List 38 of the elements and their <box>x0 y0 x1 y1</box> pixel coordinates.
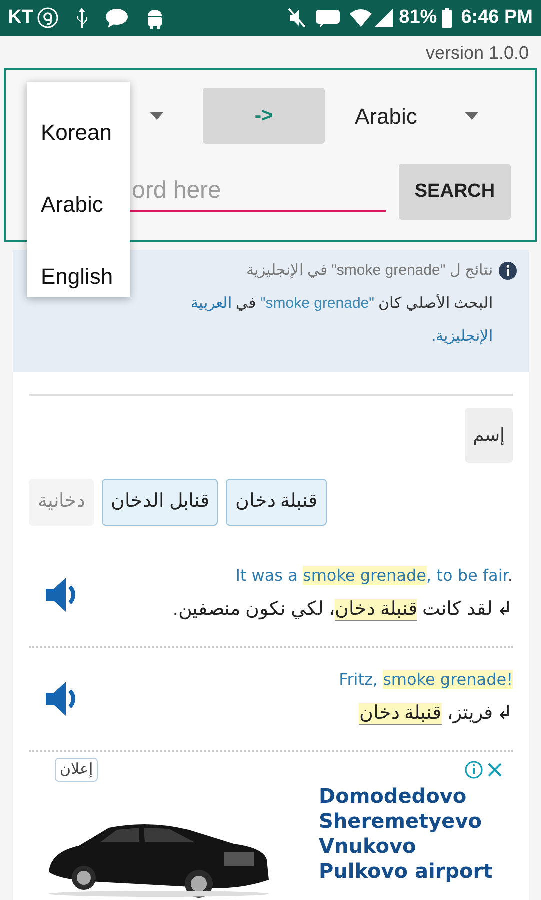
search-button[interactable]: SEARCH <box>399 164 511 220</box>
part-of-speech-tag: إسم <box>465 408 513 463</box>
info-icon <box>465 760 483 779</box>
clock: 6:46 PM <box>461 6 533 30</box>
caret-icon <box>465 112 480 120</box>
ad-text[interactable]: Domodedovo <box>319 784 493 809</box>
menu-item[interactable]: Arabic <box>27 168 130 240</box>
close-icon <box>487 762 503 778</box>
translation-chip[interactable]: قنبلة دخان <box>226 479 327 526</box>
translation-chip[interactable]: قنابل الدخان <box>102 479 218 526</box>
info-icon <box>499 262 517 280</box>
link[interactable]: العربية <box>191 295 232 312</box>
circle-g-icon <box>37 7 60 29</box>
example-sentence: Fritz, smoke grenade! <box>338 669 513 692</box>
ad-text[interactable]: Pulkovo airport <box>319 859 493 884</box>
example-translation: فريتز، قنبلة دخان <box>359 702 493 728</box>
example-sentence: It was a smoke grenade, to be fair. <box>234 565 513 588</box>
menu-item[interactable]: Korean <box>27 96 130 168</box>
signal-icon <box>373 7 396 29</box>
version-label: version 1.0.0 <box>426 43 529 63</box>
usb-icon <box>75 7 90 29</box>
battery-level: 81% <box>399 6 438 30</box>
example-translation: لقد كانت قنبلة دخان، لكي نكون منصفين. <box>173 598 493 624</box>
target-language-dropdown[interactable]: Arabic <box>355 100 418 132</box>
caret-icon <box>150 112 164 120</box>
return-arrow-icon: ↲ <box>497 596 513 625</box>
ad-text[interactable]: Sheremetyevo <box>319 809 493 834</box>
ad-label: إعلان <box>55 758 98 782</box>
ad-text[interactable]: Vnukovo <box>319 834 493 859</box>
search-field[interactable]: ord here <box>130 172 386 212</box>
battery-icon <box>441 7 454 29</box>
return-arrow-icon: ↲ <box>497 700 513 729</box>
carrier-name: KT <box>8 6 34 30</box>
mute-icon <box>287 7 308 29</box>
menu-item[interactable]: English <box>27 240 130 312</box>
link[interactable]: الإنجليزية. <box>432 328 493 345</box>
wifi-icon <box>349 7 374 29</box>
chat-bubble-icon <box>105 7 130 29</box>
